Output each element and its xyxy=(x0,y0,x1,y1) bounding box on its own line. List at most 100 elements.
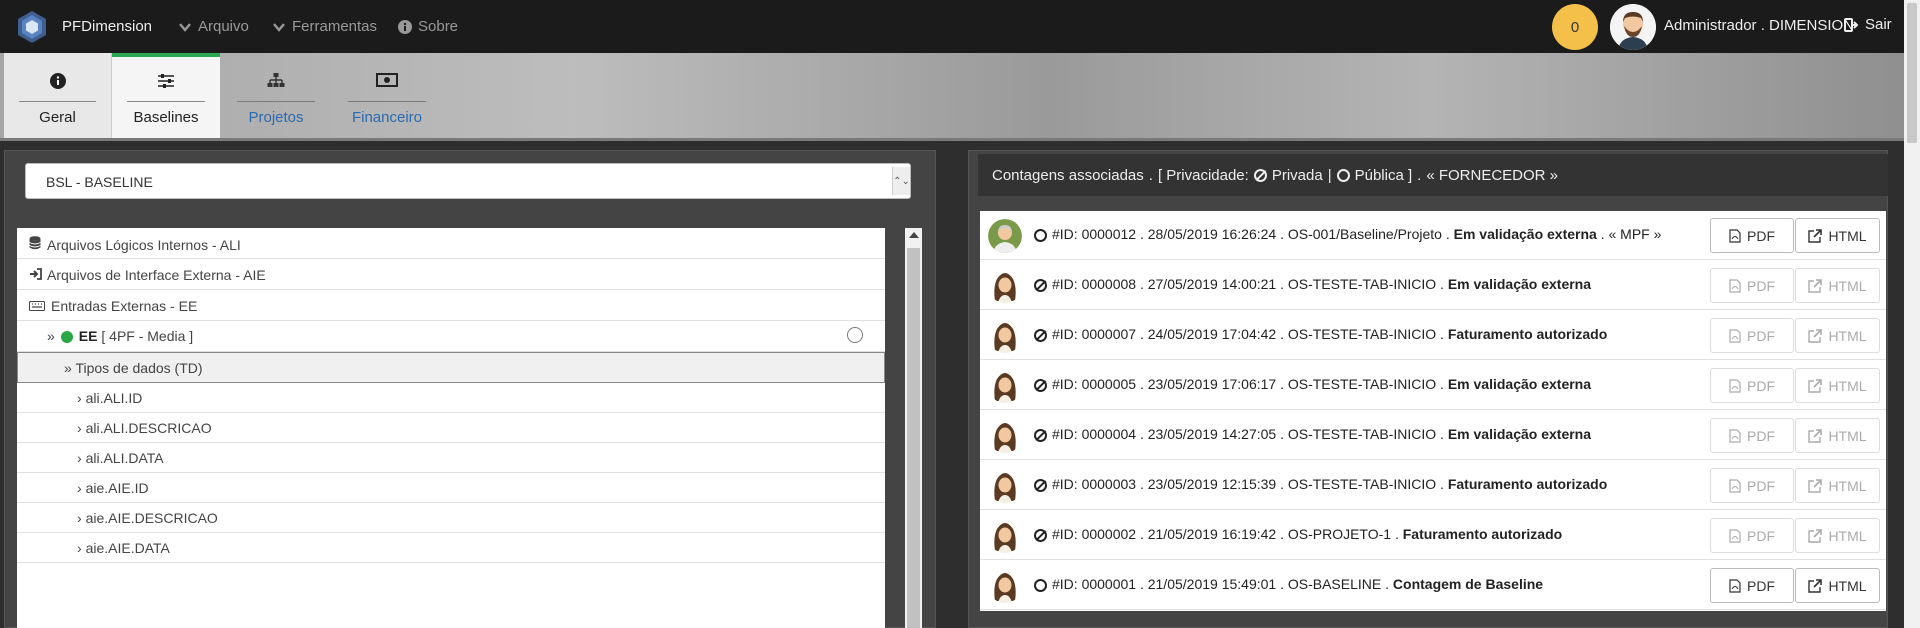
pdf-button[interactable]: PDF xyxy=(1710,468,1794,503)
privacy-label: [ Privacidade: xyxy=(1157,167,1249,184)
html-button[interactable]: HTML xyxy=(1795,468,1880,503)
tree-item-ali[interactable]: Arquivos Lógicos Internos - ALI xyxy=(17,228,885,259)
count-item-status: Em validação externa xyxy=(1447,426,1592,442)
tree-item-td-field[interactable]: › ali.ALI.ID xyxy=(17,383,885,413)
pdf-button[interactable]: PDF xyxy=(1710,318,1794,353)
count-item[interactable]: #ID: 0000008 . 27/05/2019 14:00:21 . OS-… xyxy=(980,261,1886,310)
count-item-info: #ID: 0000005 . 23/05/2019 17:06:17 . OS-… xyxy=(1052,376,1448,392)
file-pdf-icon xyxy=(1729,228,1741,243)
money-icon xyxy=(376,73,398,87)
pdf-button-label: PDF xyxy=(1747,277,1775,294)
tab-baselines[interactable]: Baselines xyxy=(112,53,220,138)
tree-item-td-field[interactable]: › ali.ALI.DATA xyxy=(17,443,885,473)
menu-arquivo[interactable]: Arquivo xyxy=(178,18,249,35)
external-link-icon xyxy=(1808,228,1823,243)
tree-item-label: aie.AIE.DATA xyxy=(85,540,170,556)
pdf-button[interactable]: PDF xyxy=(1710,268,1794,303)
tree-item-label: ali.ALI.ID xyxy=(85,390,143,406)
woman-avatar-icon xyxy=(988,319,1022,353)
logo-icon[interactable] xyxy=(14,9,50,45)
tree-item-label: ali.ALI.DATA xyxy=(85,450,164,466)
chevron-right-icon: › xyxy=(77,450,82,466)
chevron-right-icon: › xyxy=(77,390,82,406)
tab-projetos[interactable]: Projetos xyxy=(222,53,330,138)
menu-sobre[interactable]: Sobre xyxy=(398,18,458,35)
tree-item-ee[interactable]: Entradas Externas - EE xyxy=(17,290,885,321)
html-button[interactable]: HTML xyxy=(1795,568,1880,603)
logout-button[interactable]: Sair xyxy=(1844,16,1892,33)
count-item-info: #ID: 0000002 . 21/05/2019 16:19:42 . OS-… xyxy=(1052,526,1403,542)
count-item[interactable]: #ID: 0000007 . 24/05/2019 17:04:42 . OS-… xyxy=(980,311,1886,360)
tree-item-td-field[interactable]: › aie.AIE.DATA xyxy=(17,533,885,563)
sliders-icon xyxy=(158,74,174,88)
count-item-text: #ID: 0000001 . 21/05/2019 15:49:01 . OS-… xyxy=(1052,576,1543,592)
chevron-right-icon: › xyxy=(77,480,82,496)
privacy-public-label: Pública ] xyxy=(1354,167,1413,184)
tree-item-label: aie.AIE.DESCRICAO xyxy=(85,510,218,526)
tree-item-td-field[interactable]: › aie.AIE.DESCRICAO xyxy=(17,503,885,533)
app-brand[interactable]: PFDimension xyxy=(62,18,152,35)
separator: . xyxy=(1417,167,1422,184)
pdf-button[interactable]: PDF xyxy=(1710,568,1794,603)
count-item[interactable]: #ID: 0000012 . 28/05/2019 16:26:24 . OS-… xyxy=(980,211,1886,260)
html-button[interactable]: HTML xyxy=(1795,368,1880,403)
private-icon xyxy=(1034,379,1047,392)
html-button[interactable]: HTML xyxy=(1795,268,1880,303)
function-tree: Arquivos Lógicos Internos - ALI Arquivos… xyxy=(17,228,885,628)
count-item-status: Faturamento autorizado xyxy=(1402,526,1563,542)
woman-avatar-icon xyxy=(988,369,1022,403)
tree-item-aie[interactable]: Arquivos de Interface Externa - AIE xyxy=(17,259,885,290)
tab-geral[interactable]: Geral xyxy=(4,53,112,138)
external-link-icon xyxy=(1808,328,1823,343)
pdf-button[interactable]: PDF xyxy=(1710,218,1794,253)
tree-item-label: aie.AIE.ID xyxy=(85,480,149,496)
html-button[interactable]: HTML xyxy=(1795,418,1880,453)
tree-item-td-field[interactable]: › ali.ALI.DESCRICAO xyxy=(17,413,885,443)
public-icon xyxy=(1034,579,1047,592)
html-button[interactable]: HTML xyxy=(1795,218,1880,253)
privacy-private-label: Privada xyxy=(1271,167,1323,184)
tab-financeiro[interactable]: Financeiro xyxy=(333,53,441,138)
woman-avatar-icon xyxy=(988,419,1022,453)
notification-counter[interactable]: 0 xyxy=(1552,4,1598,50)
select-radio[interactable] xyxy=(847,327,863,343)
sign-out-icon xyxy=(1844,17,1859,32)
status-dot-icon xyxy=(60,331,73,344)
private-icon xyxy=(1034,479,1047,492)
tree-item-td-field[interactable]: › aie.AIE.ID xyxy=(17,473,885,503)
pdf-button[interactable]: PDF xyxy=(1710,368,1794,403)
user-avatar[interactable] xyxy=(1610,4,1656,50)
tree-item-label: Arquivos de Interface Externa - AIE xyxy=(47,267,266,283)
external-link-icon xyxy=(1808,378,1823,393)
tab-financeiro-label: Financeiro xyxy=(351,109,423,126)
baseline-select[interactable]: BSL - BASELINE ⌃⌄ xyxy=(25,163,911,199)
html-button[interactable]: HTML xyxy=(1795,518,1880,553)
count-item[interactable]: #ID: 0000003 . 23/05/2019 12:15:39 . OS-… xyxy=(980,461,1886,510)
count-item[interactable]: #ID: 0000002 . 21/05/2019 16:19:42 . OS-… xyxy=(980,511,1886,560)
pdf-button[interactable]: PDF xyxy=(1710,418,1794,453)
pdf-button-label: PDF xyxy=(1747,377,1775,394)
user-name[interactable]: Administrador . DIMENSION xyxy=(1664,17,1854,34)
tree-item-td[interactable]: » Tipos de dados (TD) xyxy=(17,352,885,383)
html-button-label: HTML xyxy=(1828,527,1867,544)
menu-ferramentas[interactable]: Ferramentas xyxy=(272,18,377,35)
pdf-button[interactable]: PDF xyxy=(1710,518,1794,553)
page-scrollbar[interactable] xyxy=(1904,0,1920,628)
html-button[interactable]: HTML xyxy=(1795,318,1880,353)
chevron-right-icon: › xyxy=(77,510,82,526)
tree-item-ee-function[interactable]: » EE [ 4PF - Media ] xyxy=(17,321,885,352)
tree-scrollbar[interactable] xyxy=(905,228,922,628)
man-beard-avatar-icon xyxy=(1610,4,1656,50)
keyboard-icon xyxy=(27,298,47,314)
pdf-button-label: PDF xyxy=(1747,477,1775,494)
tab-geral-label: Geral xyxy=(39,109,76,126)
html-button-label: HTML xyxy=(1828,377,1867,394)
count-item[interactable]: #ID: 0000005 . 23/05/2019 17:06:17 . OS-… xyxy=(980,361,1886,410)
count-item[interactable]: #ID: 0000004 . 23/05/2019 14:27:05 . OS-… xyxy=(980,411,1886,460)
database-icon xyxy=(27,236,43,253)
file-pdf-icon xyxy=(1729,578,1741,593)
count-item[interactable]: #ID: 0000001 . 21/05/2019 15:49:01 . OS-… xyxy=(980,561,1886,610)
html-button-label: HTML xyxy=(1828,227,1867,244)
html-button-label: HTML xyxy=(1828,577,1867,594)
counts-title: Contagens associadas xyxy=(992,167,1144,184)
